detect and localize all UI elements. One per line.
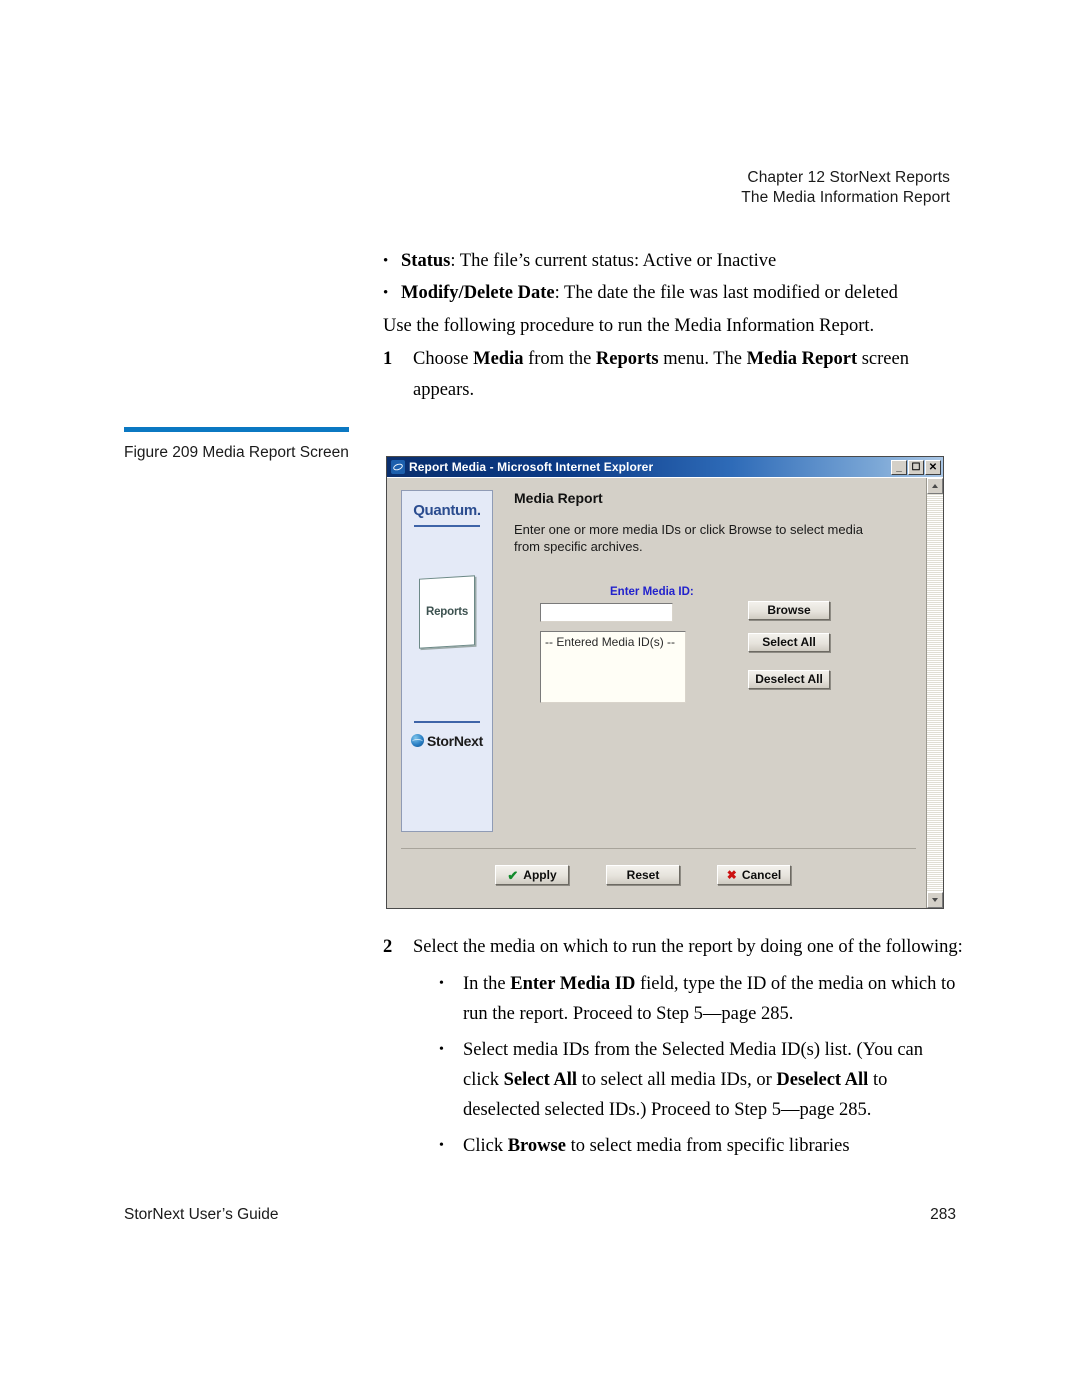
sub1-part-a: In the	[463, 974, 511, 994]
entered-media-ids-listbox[interactable]: -- Entered Media ID(s) --	[540, 631, 686, 703]
brand-divider-top	[414, 525, 480, 527]
check-icon: ✔	[507, 867, 519, 883]
reports-page-icon: Reports	[419, 575, 475, 649]
step-2: 2 Select the media on which to run the r…	[383, 932, 963, 963]
select-all-button[interactable]: Select All	[748, 633, 830, 652]
step-1-number: 1	[383, 349, 393, 369]
figure-caption-text: Figure 209 Media Report Screen	[124, 444, 349, 461]
globe-icon	[411, 734, 425, 747]
stornext-logo-text: StorNext	[427, 732, 483, 749]
bullet-status-text: : The file’s current status: Active or I…	[450, 251, 777, 271]
figure-caption-rule	[124, 427, 349, 432]
media-report-form: Media Report Enter one or more media IDs…	[514, 490, 918, 721]
internet-explorer-window: Report Media - Microsoft Internet Explor…	[386, 456, 944, 909]
web-page-content: Quantum. Reports StorNext Media Report E…	[387, 478, 926, 908]
bullet-status: • Status: The file’s current status: Act…	[383, 246, 963, 277]
browse-button[interactable]: Browse	[748, 601, 830, 620]
stornext-logo: StorNext	[402, 733, 492, 749]
reports-page-icon-label: Reports	[425, 606, 469, 618]
upper-body-text: • Status: The file’s current status: Act…	[383, 246, 963, 406]
window-client-area: Quantum. Reports StorNext Media Report E…	[387, 477, 943, 908]
page-running-header: Chapter 12 StorNext Reports The Media In…	[741, 168, 950, 208]
cancel-button-label: Cancel	[741, 867, 782, 882]
scroll-down-arrow-icon[interactable]	[927, 892, 943, 908]
step-1-bold-reports: Reports	[595, 349, 659, 369]
header-line-chapter: Chapter 12 StorNext Reports	[747, 169, 950, 186]
button-spacer	[748, 620, 840, 633]
bullet-date-label: Modify/Delete Date	[401, 283, 555, 303]
maximize-icon: ☐	[911, 461, 921, 473]
media-id-field-zone: Enter Media ID: -- Entered Media ID(s) -…	[514, 586, 918, 721]
sub-bullet-click-browse: • Click Browse to select media from spec…	[439, 1131, 963, 1161]
bullet-glyph: •	[439, 1138, 444, 1153]
close-icon: ✕	[928, 461, 938, 473]
button-spacer	[748, 652, 840, 670]
lower-body-text: 2 Select the media on which to run the r…	[383, 930, 963, 1167]
window-title-text: Report Media - Microsoft Internet Explor…	[409, 460, 654, 474]
step-2-text: Select the media on which to run the rep…	[413, 937, 963, 957]
maximize-button[interactable]: ☐	[908, 459, 924, 475]
step-1-part-d: menu. The	[658, 349, 747, 369]
footer-guide-title: StorNext User’s Guide	[124, 1206, 279, 1223]
bullet-glyph: •	[383, 285, 389, 301]
scroll-up-arrow-icon[interactable]	[927, 478, 943, 494]
sub2-part-c: to select all media IDs, or	[577, 1070, 777, 1090]
entered-media-ids-placeholder: -- Entered Media ID(s) --	[545, 635, 676, 649]
bullet-glyph: •	[439, 976, 444, 991]
step-2-sub-bullets: • In the Enter Media ID field, type the …	[383, 969, 963, 1161]
page-footer: StorNext User’s Guide 283	[124, 1206, 956, 1224]
close-button[interactable]: ✕	[925, 459, 941, 475]
apply-button[interactable]: ✔ Apply	[495, 865, 569, 885]
vertical-scrollbar[interactable]	[926, 478, 943, 908]
brand-sidebar-panel: Quantum. Reports StorNext	[401, 490, 493, 832]
quantum-logo: Quantum.	[413, 502, 481, 519]
step-2-number: 2	[383, 937, 393, 957]
reset-button[interactable]: Reset	[606, 865, 680, 885]
bullet-glyph: •	[439, 1042, 444, 1057]
window-controls: _ ☐ ✕	[891, 459, 941, 475]
bullet-status-label: Status	[401, 251, 451, 271]
footer-page-number: 283	[930, 1206, 956, 1223]
internet-explorer-icon	[391, 460, 405, 474]
form-footer-divider	[401, 848, 916, 849]
apply-button-label: Apply	[523, 867, 557, 882]
header-line-section: The Media Information Report	[741, 189, 950, 206]
deselect-all-button[interactable]: Deselect All	[748, 670, 830, 689]
step-1-part-c: from the	[523, 349, 596, 369]
form-action-row: ✔ Apply Reset ✖ Cancel	[495, 865, 791, 885]
figure-caption-block: Figure 209 Media Report Screen	[124, 427, 349, 464]
bullet-glyph: •	[383, 253, 389, 269]
sub2-bold-deselect-all: Deselect All	[776, 1070, 869, 1090]
sub3-bold: Browse	[507, 1136, 566, 1156]
form-description: Enter one or more media IDs or click Bro…	[514, 522, 863, 554]
minimize-button[interactable]: _	[891, 459, 907, 475]
enter-media-id-label: Enter Media ID:	[610, 586, 694, 598]
minimize-icon: _	[896, 461, 902, 473]
enter-media-id-input[interactable]	[540, 603, 673, 622]
intro-paragraph: Use the following procedure to run the M…	[383, 316, 875, 336]
step-1: 1 Choose Media from the Reports menu. Th…	[383, 344, 963, 406]
sub2-bold-select-all: Select All	[503, 1070, 578, 1090]
step-1-bold-media: Media	[473, 349, 524, 369]
x-icon: ✖	[726, 868, 737, 882]
sub-bullet-enter-media-id: • In the Enter Media ID field, type the …	[439, 969, 963, 1029]
sub-bullet-select-media-ids: • Select media IDs from the Selected Med…	[439, 1035, 963, 1125]
step-1-part-a: Choose	[413, 349, 474, 369]
brand-divider-bottom	[414, 721, 480, 723]
step-1-bold-media-report: Media Report	[746, 349, 858, 369]
sub1-bold: Enter Media ID	[510, 974, 636, 994]
cancel-button[interactable]: ✖ Cancel	[717, 865, 791, 885]
form-title: Media Report	[514, 490, 603, 506]
window-title-bar[interactable]: Report Media - Microsoft Internet Explor…	[387, 457, 943, 477]
sub3-part-a: Click	[463, 1136, 508, 1156]
bullet-date-text: : The date the file was last modified or…	[554, 283, 898, 303]
sub3-part-c: to select media from specific libraries	[565, 1136, 850, 1156]
media-action-buttons: Browse Select All Deselect All	[748, 601, 840, 689]
bullet-modify-delete-date: • Modify/Delete Date: The date the file …	[383, 278, 963, 309]
reset-button-label: Reset	[626, 867, 660, 882]
